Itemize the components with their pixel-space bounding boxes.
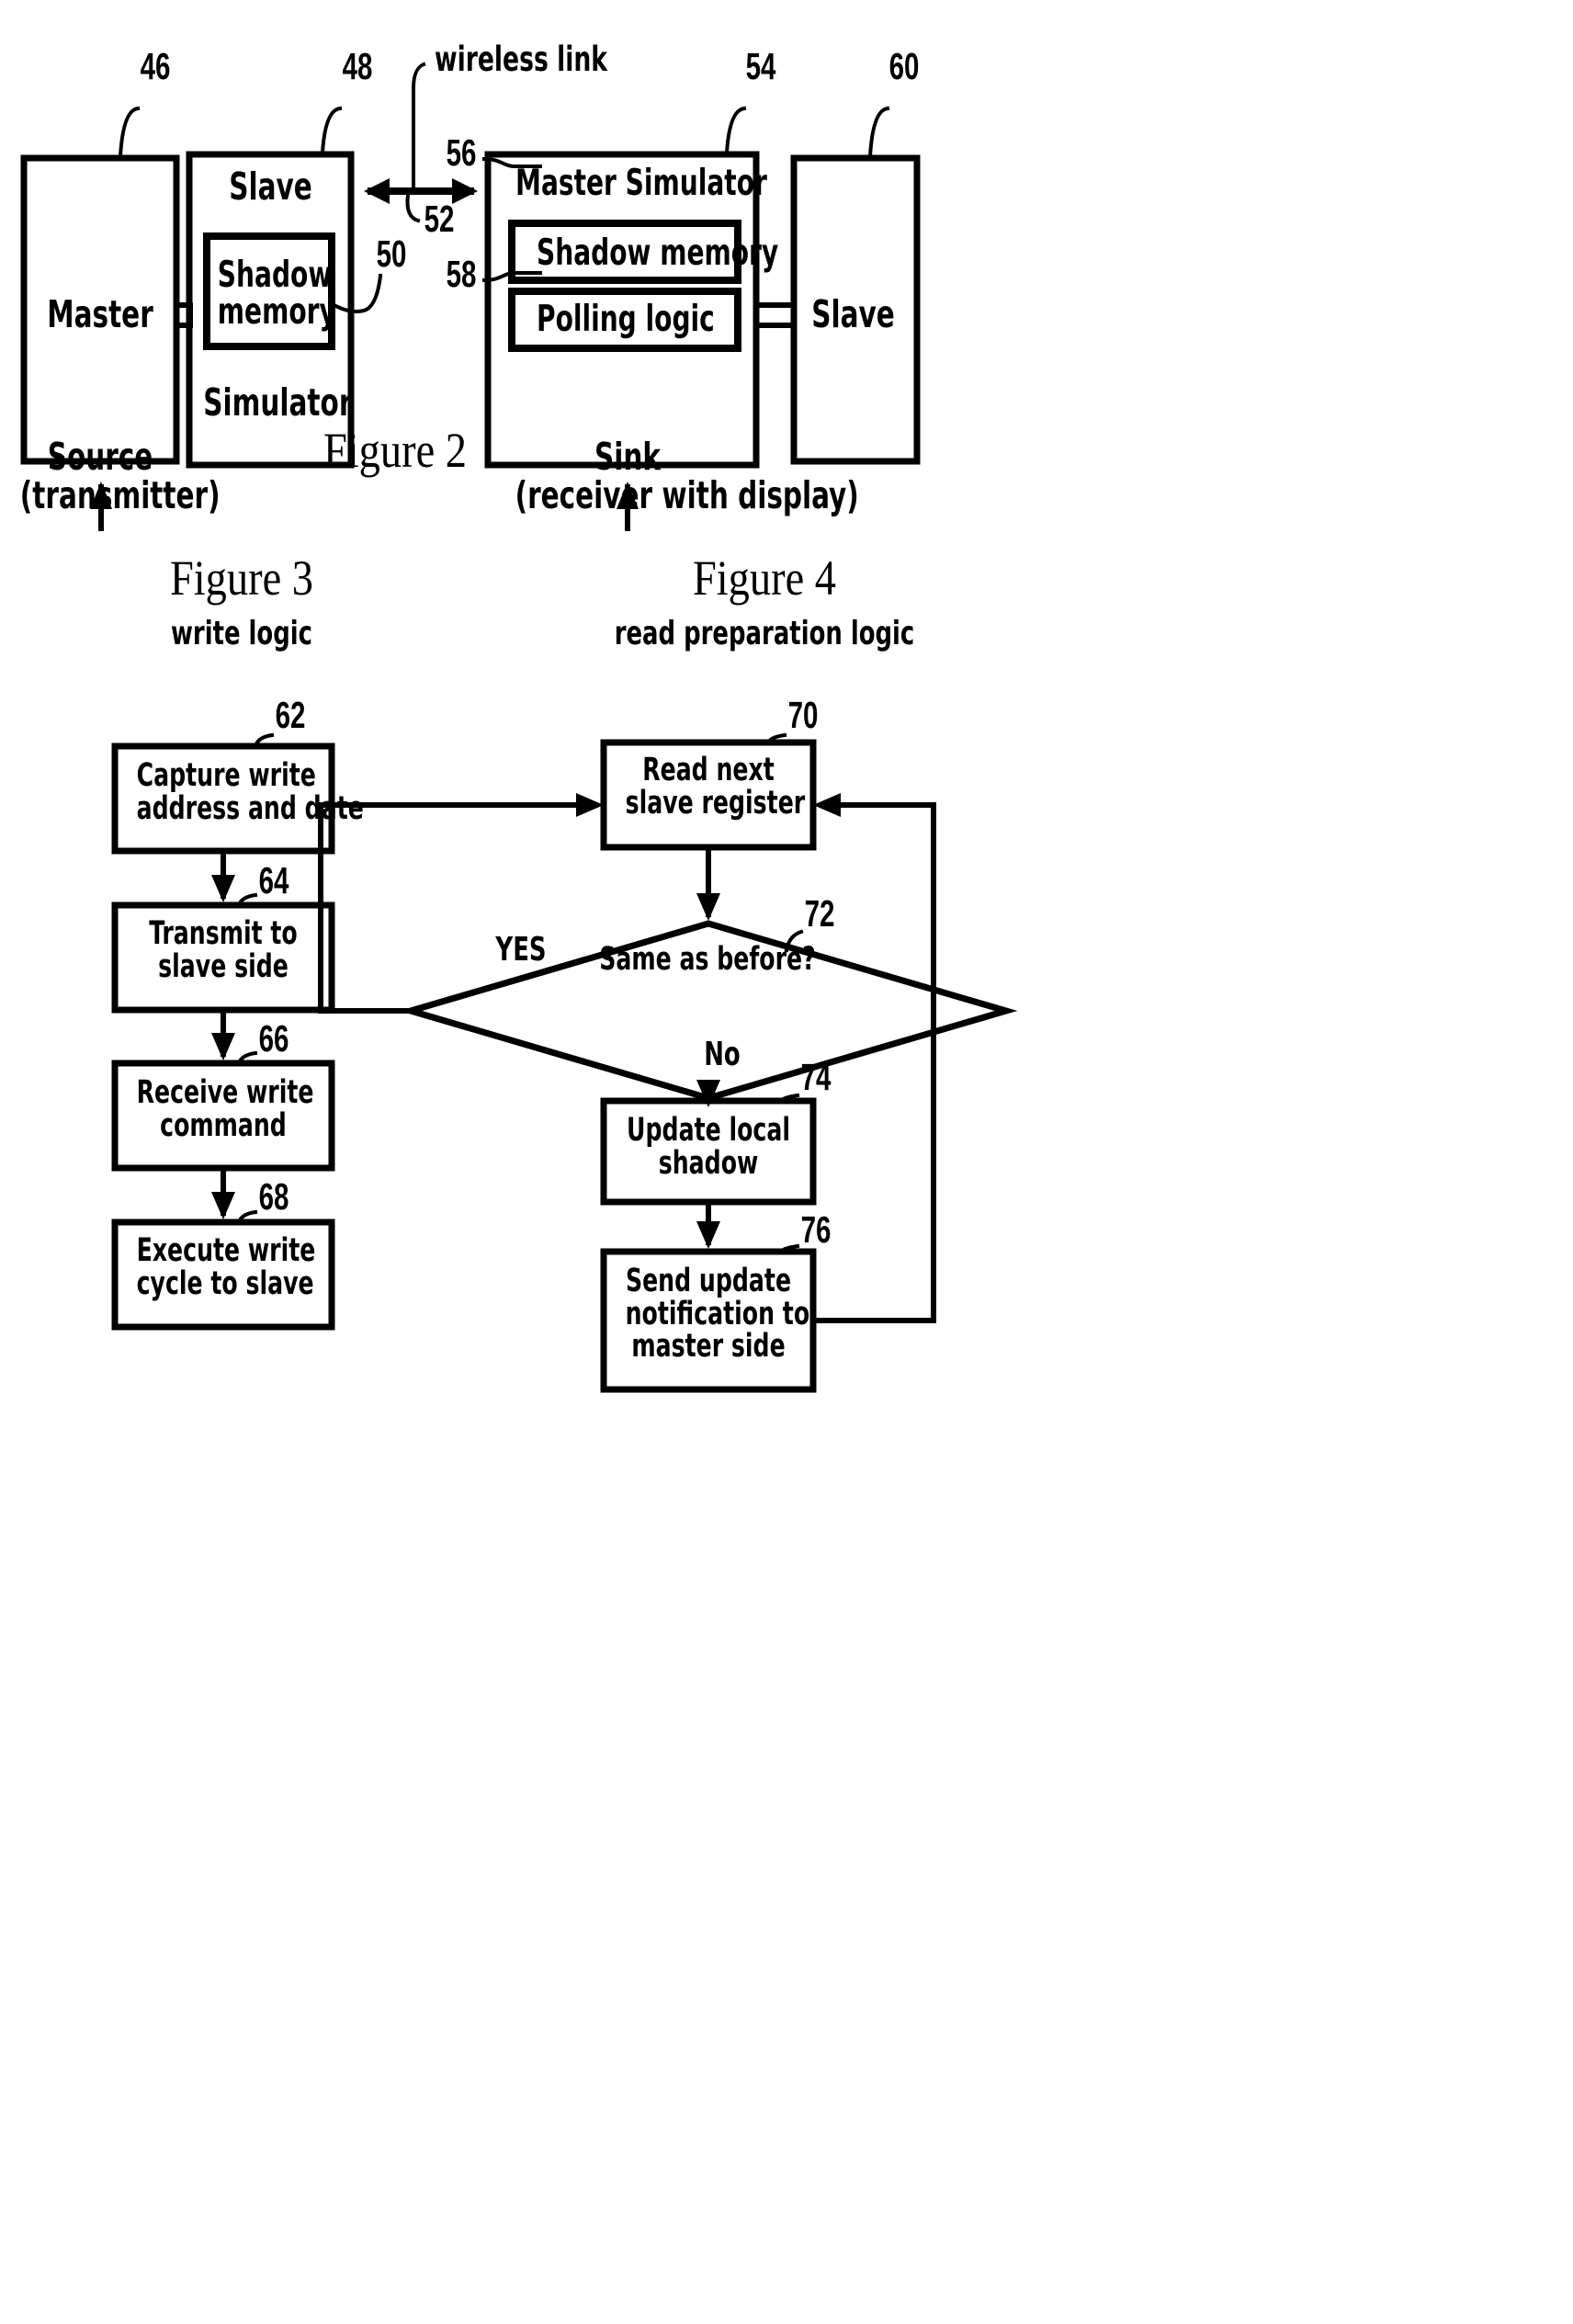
leader-46 xyxy=(118,106,141,159)
reference-numeral-76: 76 xyxy=(800,1208,832,1251)
f2-shadow-memory-label: Shadow memory xyxy=(217,255,336,333)
f4-decision-72-label: Same as before? xyxy=(599,941,816,978)
f2-sink-label: Sink xyxy=(594,435,661,479)
f2-master-label: Master xyxy=(47,292,153,336)
figure-2-caption: Figure 2 xyxy=(323,423,468,478)
f2-simulator-label: Simulator xyxy=(203,380,353,425)
f4-step-76-label: Send update notification to master side xyxy=(625,1263,810,1366)
reference-numeral-52: 52 xyxy=(424,198,455,240)
reference-numeral-70: 70 xyxy=(787,694,819,736)
f3-step-64-label: Transmit to slave side xyxy=(149,915,298,985)
leader-50 xyxy=(328,273,383,313)
f2-polling-logic-label: Polling logic xyxy=(537,299,715,340)
reference-numeral-72: 72 xyxy=(804,892,835,935)
reference-numeral-60: 60 xyxy=(888,45,920,87)
f3-step-66-label: Receive write command xyxy=(136,1074,314,1144)
f3-step-68-label: Execute write cycle to slave xyxy=(136,1232,316,1302)
reference-numeral-46: 46 xyxy=(140,45,171,87)
reference-numeral-74: 74 xyxy=(800,1056,832,1098)
f4-step-70-label: Read next slave register xyxy=(625,752,806,822)
leader-60 xyxy=(867,106,890,159)
leader-48 xyxy=(320,106,343,155)
figure-3-subtitle: write logic xyxy=(170,615,313,652)
reference-numeral-58: 58 xyxy=(446,253,477,295)
reference-numeral-48: 48 xyxy=(342,45,373,87)
reference-numeral-56: 56 xyxy=(446,131,477,174)
f2-slave-right-label: Slave xyxy=(811,292,895,336)
f2-receiver-label: (receiver with display) xyxy=(515,473,859,517)
f4-branch-yes-label: YES xyxy=(495,931,547,969)
reference-numeral-68: 68 xyxy=(258,1175,289,1218)
f2-source-label: Source xyxy=(47,435,153,479)
reference-numeral-50: 50 xyxy=(376,232,407,275)
figure-3-caption: Figure 3 xyxy=(169,550,314,606)
reference-numeral-66: 66 xyxy=(258,1017,289,1060)
figure-4-subtitle: read preparation logic xyxy=(614,615,915,652)
reference-numeral-64: 64 xyxy=(258,859,289,901)
reference-numeral-62: 62 xyxy=(275,694,306,736)
f2-shadow-memory-right-label: Shadow memory xyxy=(537,232,779,274)
f4-step-74-label: Update local shadow xyxy=(627,1112,790,1182)
f4-branch-no-label: No xyxy=(704,1036,741,1073)
reference-numeral-54: 54 xyxy=(745,45,776,87)
f2-transmitter-label: (transmitter) xyxy=(19,473,221,517)
figure-4-caption: Figure 4 xyxy=(692,550,837,606)
f2-wireless-link-label: wireless link xyxy=(435,40,607,79)
leader-54 xyxy=(724,106,747,155)
f2-master-simulator-label: Master Simulator xyxy=(515,163,767,204)
f3-step-62-label: Capture write address and date xyxy=(136,757,364,827)
f2-slave-label: Slave xyxy=(229,164,312,209)
drawing-sheet: Master Slave Shadow memory Simulator wir… xyxy=(0,0,1573,2324)
